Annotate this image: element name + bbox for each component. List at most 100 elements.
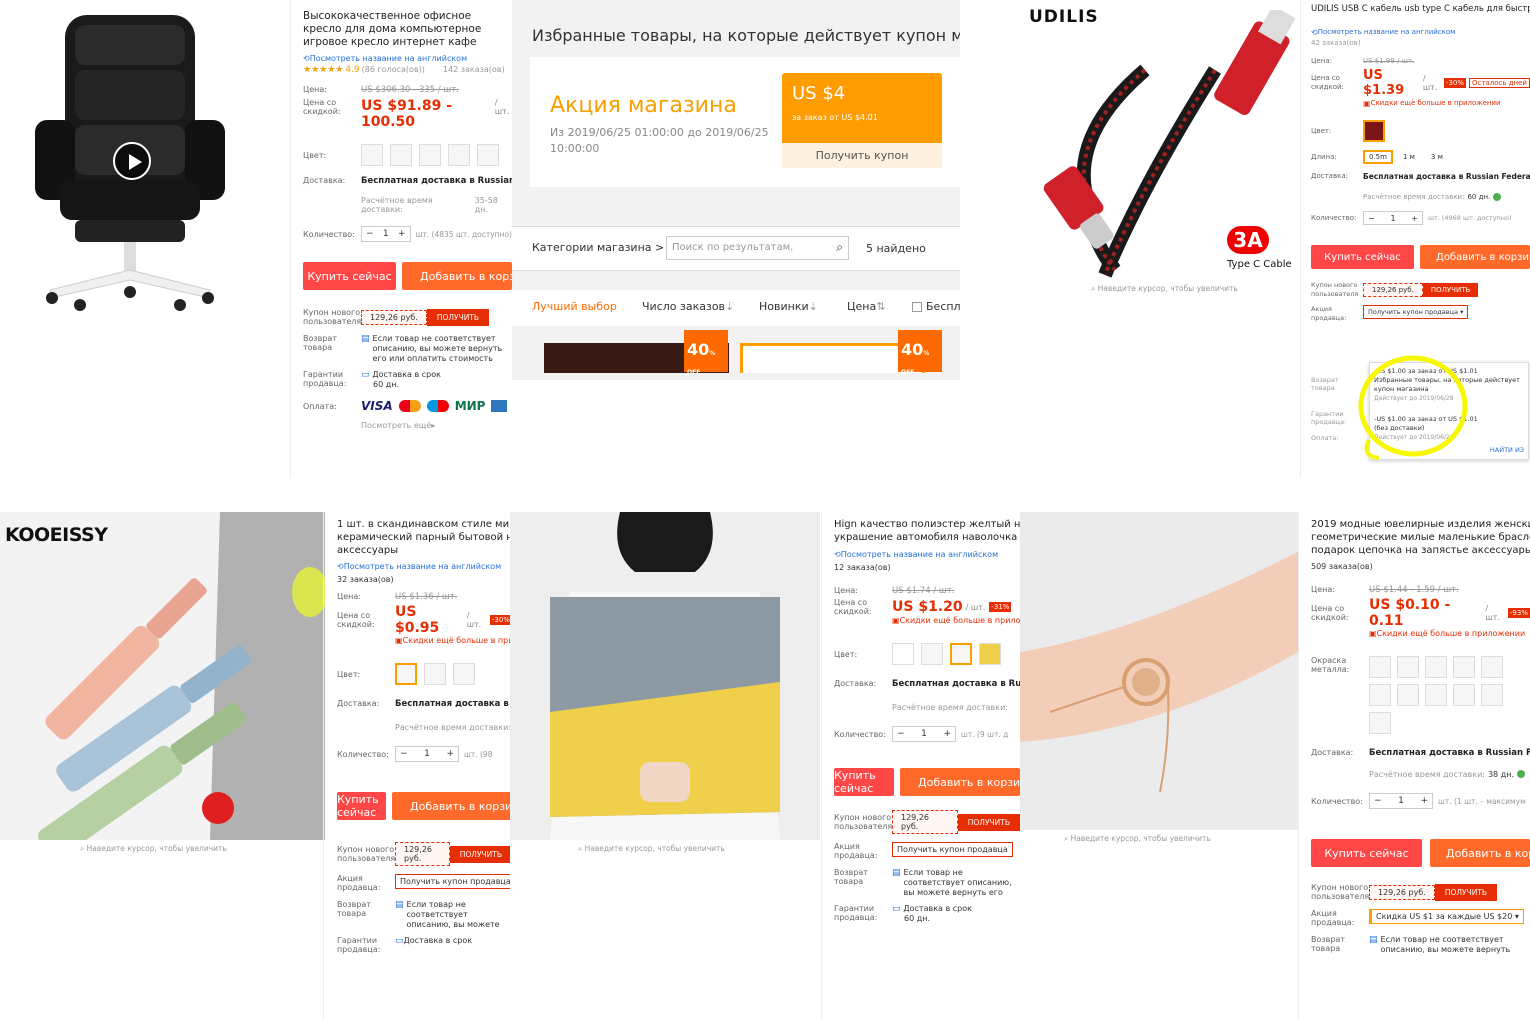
view-english-link[interactable]: Посмотреть название на английском: [310, 54, 467, 63]
checkbox[interactable]: [912, 302, 922, 312]
metal-swatch[interactable]: [1453, 684, 1475, 706]
plus-icon[interactable]: +: [398, 229, 406, 239]
buy-now-button[interactable]: Купить сейчас: [337, 792, 386, 820]
tab-orders[interactable]: Число заказов⇣: [642, 300, 734, 313]
get-store-coupon-button[interactable]: Получить купон: [782, 143, 942, 168]
chair-image[interactable]: [20, 5, 240, 325]
get-coupon-button[interactable]: ПОЛУЧИТЬ: [957, 813, 1020, 831]
play-icon[interactable]: [113, 142, 151, 180]
get-coupon-button[interactable]: ПОЛУЧИТЬ: [449, 845, 512, 863]
buy-now-button[interactable]: Купить сейчас: [303, 262, 396, 290]
quantity-stepper[interactable]: − 1 +: [1363, 211, 1423, 225]
metal-swatch[interactable]: [1481, 684, 1503, 706]
free-shipping[interactable]: Бесплатная доставка в Russian Federation: [361, 176, 512, 186]
metal-swatch[interactable]: [1397, 656, 1419, 678]
pillow-image[interactable]: [510, 512, 820, 840]
quantity-value[interactable]: 1: [1390, 214, 1395, 223]
color-swatch[interactable]: [395, 663, 417, 685]
free-shipping[interactable]: Бесплатная доставка в Russian Federation: [395, 699, 512, 709]
minus-icon[interactable]: −: [897, 729, 905, 739]
color-swatch[interactable]: [979, 643, 1001, 665]
add-to-cart-button[interactable]: Добавить в корзину: [1430, 839, 1530, 867]
coupon-card[interactable]: US $4 за заказ от US $4.01 Получить купо…: [782, 73, 942, 168]
plus-icon[interactable]: +: [1411, 214, 1418, 223]
quantity-value[interactable]: 1: [383, 229, 389, 239]
color-swatch[interactable]: [892, 643, 914, 665]
plus-icon[interactable]: +: [1420, 796, 1428, 806]
free-shipping[interactable]: Бесплатная доставка в Russian Federation: [892, 679, 1020, 689]
get-seller-coupon-dropdown[interactable]: Получить купон продавца: [395, 874, 512, 889]
tab-best-match[interactable]: Лучший выбор: [532, 300, 617, 313]
find-link[interactable]: НАЙТИ ИЗ: [1490, 446, 1524, 455]
color-swatch[interactable]: [477, 144, 499, 166]
metal-swatch[interactable]: [1425, 684, 1447, 706]
color-swatch[interactable]: [361, 144, 383, 166]
app-discount[interactable]: Скидки ещё больше в приложении: [403, 636, 512, 645]
metal-swatch[interactable]: [1481, 656, 1503, 678]
color-swatch[interactable]: [921, 643, 943, 665]
plus-icon[interactable]: +: [446, 749, 454, 759]
bracelet-image[interactable]: [1020, 512, 1298, 830]
length-option-selected[interactable]: 0.5m: [1363, 150, 1393, 164]
plus-icon[interactable]: +: [943, 729, 951, 739]
minus-icon[interactable]: −: [1368, 214, 1375, 223]
get-coupon-button[interactable]: ПОЛУЧИТЬ: [426, 308, 490, 326]
color-swatch[interactable]: [448, 144, 470, 166]
get-coupon-button[interactable]: ПОЛУЧИТЬ: [1434, 883, 1498, 901]
metal-swatch[interactable]: [1425, 656, 1447, 678]
add-to-cart-button[interactable]: Добавить в корзину: [1420, 245, 1530, 269]
view-english-link[interactable]: Посмотреть название на английском: [841, 550, 998, 559]
length-option[interactable]: 3 м: [1425, 152, 1449, 162]
quantity-stepper[interactable]: − 1 +: [395, 746, 459, 762]
color-swatch[interactable]: [419, 144, 441, 166]
get-seller-coupon-dropdown[interactable]: Получить купон продавца: [892, 842, 1013, 857]
color-swatch[interactable]: [950, 643, 972, 665]
minus-icon[interactable]: −: [400, 749, 408, 759]
see-more-link[interactable]: Посмотреть ещё: [361, 421, 431, 430]
minus-icon[interactable]: −: [1374, 796, 1382, 806]
add-to-cart-button[interactable]: Добавить в корзину: [900, 768, 1020, 796]
color-swatch[interactable]: [453, 663, 475, 685]
knife-image[interactable]: [0, 512, 325, 840]
minus-icon[interactable]: −: [366, 229, 374, 239]
metal-swatch[interactable]: [1369, 712, 1391, 734]
search-input[interactable]: Поиск по результатам. ⌕: [666, 236, 849, 260]
quantity-value[interactable]: 1: [1398, 796, 1404, 806]
quantity-value[interactable]: 1: [921, 729, 927, 739]
color-swatch[interactable]: [1363, 120, 1385, 142]
tab-price[interactable]: Цена⇅: [847, 300, 885, 313]
buy-now-button[interactable]: Купить сейчас: [1311, 245, 1414, 269]
quantity-stepper[interactable]: − 1 +: [1369, 793, 1433, 809]
color-swatch[interactable]: [390, 144, 412, 166]
add-to-cart-button[interactable]: Добавить в корзину: [402, 262, 512, 290]
add-to-cart-button[interactable]: Добавить в корзину: [392, 792, 512, 820]
store-categories[interactable]: Категории магазина >: [532, 241, 664, 254]
search-icon[interactable]: ⌕: [836, 240, 843, 255]
length-option[interactable]: 1 м: [1397, 152, 1421, 162]
get-coupon-button[interactable]: ПОЛУЧИТЬ: [1422, 283, 1479, 297]
info-icon[interactable]: [1493, 193, 1502, 201]
view-english-link[interactable]: Посмотреть название на английском: [1318, 28, 1456, 36]
view-english-link[interactable]: Посмотреть название на английском: [344, 562, 501, 571]
free-shipping[interactable]: Бесплатная доставка в Russian Federation: [1363, 172, 1530, 181]
free-shipping-filter[interactable]: Бесплатная доставка: [912, 300, 960, 313]
get-seller-coupon-dropdown[interactable]: Получить купон продавца ▾: [1363, 305, 1469, 319]
quantity-stepper[interactable]: − 1 +: [892, 726, 956, 742]
color-swatch[interactable]: [424, 663, 446, 685]
app-discount[interactable]: Скидки ещё больше в приложении: [1377, 629, 1526, 638]
buy-now-button[interactable]: Купить сейчас: [834, 768, 894, 796]
free-shipping[interactable]: Бесплатная доставка в Russian Federation: [1369, 748, 1530, 758]
tab-newest[interactable]: Новинки⇣: [759, 300, 818, 313]
metal-swatch[interactable]: [1369, 656, 1391, 678]
quantity-value[interactable]: 1: [424, 749, 430, 759]
quantity-stepper[interactable]: −1 +: [361, 226, 411, 242]
app-discount[interactable]: Скидки ещё больше в приложении: [900, 616, 1020, 625]
app-discount[interactable]: Скидки ещё больше в приложении: [1371, 99, 1501, 107]
votes[interactable]: (86 голоса(ов)): [362, 65, 425, 74]
info-icon[interactable]: [1517, 770, 1525, 778]
metal-swatch[interactable]: [1453, 656, 1475, 678]
metal-swatch[interactable]: [1369, 684, 1391, 706]
seller-promo-dropdown[interactable]: Скидка US $1 за каждые US $20 ▾: [1369, 909, 1524, 924]
metal-swatch[interactable]: [1397, 684, 1419, 706]
buy-now-button[interactable]: Купить сейчас: [1311, 839, 1422, 867]
